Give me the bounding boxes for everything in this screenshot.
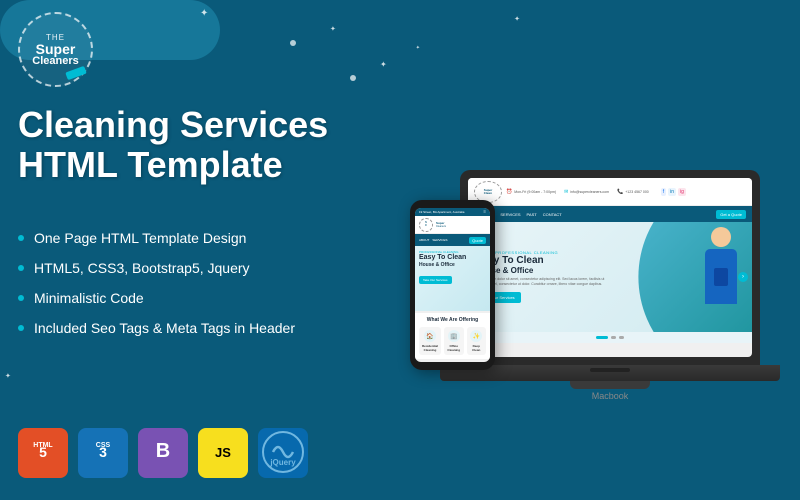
preview-cleaner-figure — [705, 227, 737, 304]
phone-card-2: 🏢 Office Cleaning — [444, 327, 464, 355]
main-title-line1: Cleaning Services — [18, 105, 388, 145]
feature-item-4: Included Seo Tags & Meta Tags in Header — [18, 320, 378, 336]
features-list: One Page HTML Template Design HTML5, CSS… — [18, 230, 378, 350]
sparkle-2: ✦ — [330, 25, 336, 33]
preview-hero-image — [610, 222, 752, 332]
bootstrap-badge-label: B — [149, 437, 177, 470]
svg-text:B: B — [156, 440, 170, 462]
phone-nav-cta: Quote — [469, 237, 486, 244]
logo-brush-icon — [65, 66, 87, 80]
sparkle-3: ✦ — [380, 60, 387, 69]
phone-hero-cta: Take Our Services — [419, 276, 452, 284]
preview-social-icons: f in ig — [661, 188, 686, 196]
macbook-label: Macbook — [440, 391, 780, 401]
logo-circle: THE Super Cleaners — [18, 12, 93, 87]
svg-text:jQuery: jQuery — [269, 458, 296, 467]
phone-card-text-1: Residential Cleaning — [422, 344, 438, 352]
phone-nav: ABOUT SERVICES Quote — [415, 234, 490, 246]
sparkle-4: ✦ — [514, 15, 520, 23]
html5-badge: 5 HTML — [18, 428, 68, 478]
preview-site-header: SuperClean ⏰ Mon-Fri (9:00am - 7:00pm) ✉… — [468, 178, 752, 206]
tech-badges: 5 HTML 3 CSS B JS — [18, 428, 308, 478]
main-content: Cleaning Services HTML Template — [18, 105, 388, 184]
phone-hero-subtitle: House & Office — [419, 262, 486, 268]
preview-hero-arrow-right: › — [738, 272, 748, 282]
css3-badge-label: 3 CSS — [89, 437, 117, 470]
svg-text:HTML: HTML — [33, 442, 53, 449]
dot-2 — [350, 75, 356, 81]
dot-1 — [290, 40, 296, 46]
html5-badge-label: 5 HTML — [29, 437, 57, 470]
js-badge-label: JS — [209, 437, 237, 470]
phone-mockup: 19 Street, BA Apartment, Australia ☰ SC … — [410, 200, 495, 370]
phone-nav-about: ABOUT — [419, 238, 429, 242]
preview-email: ✉ info@supercleaners.com — [564, 189, 609, 195]
phone-card-icon-1: 🏠 — [424, 330, 436, 342]
feature-item-1: One Page HTML Template Design — [18, 230, 378, 246]
phone-card-text-2: Office Cleaning — [447, 344, 461, 352]
preview-nav-services: SERVICES — [500, 212, 520, 217]
logo-brand-line2: Cleaners — [32, 56, 78, 67]
preview-hero-subtitle: House & Office — [476, 266, 616, 275]
feature-item-2: HTML5, CSS3, Bootstrap5, Jquery — [18, 260, 378, 276]
feature-label-1: One Page HTML Template Design — [34, 230, 246, 246]
logo-area: THE Super Cleaners — [18, 12, 93, 87]
phone-services-section: What We Are Offering 🏠 Residential Clean… — [415, 313, 490, 359]
preview-site-nav: ABOUT US SERVICES PAST CONTACT Get a Quo… — [468, 206, 752, 222]
laptop-stand — [570, 381, 650, 389]
preview-nav-cta: Get a Quote — [716, 210, 746, 219]
preview-contact-info: ⏰ Mon-Fri (9:00am - 7:00pm) ✉ info@super… — [506, 188, 746, 196]
feature-label-4: Included Seo Tags & Meta Tags in Header — [34, 320, 295, 336]
preview-nav-past: PAST — [527, 212, 537, 217]
preview-hours: ⏰ Mon-Fri (9:00am - 7:00pm) — [506, 189, 556, 195]
bootstrap-badge: B — [138, 428, 188, 478]
laptop-screen-inner: SuperClean ⏰ Mon-Fri (9:00am - 7:00pm) ✉… — [468, 178, 752, 357]
phone-header-text: Super Cleaners — [433, 221, 486, 228]
preview-dots — [468, 332, 752, 343]
jquery-badge: jQuery — [258, 428, 308, 478]
preview-nav-contact: CONTACT — [543, 212, 562, 217]
svg-text:CSS: CSS — [96, 442, 111, 449]
phone-card-text-3: Deep Clean — [470, 344, 484, 352]
phone-service-cards: 🏠 Residential Cleaning 🏢 Office Cleaning… — [419, 327, 486, 355]
preview-hero: HIGHLY PROFESSIONAL CLEANING Easy To Cle… — [468, 222, 752, 332]
logo-brand-line1: Super — [36, 42, 76, 56]
sparkle-6: ✦ — [5, 372, 11, 380]
bullet-1 — [18, 235, 24, 241]
phone-hero: PROFESSIONAL CLEANING Easy To Clean Hous… — [415, 246, 490, 311]
jquery-badge-label: jQuery — [258, 427, 308, 480]
devices-container: SuperClean ⏰ Mon-Fri (9:00am - 7:00pm) ✉… — [400, 30, 780, 420]
feature-label-3: Minimalistic Code — [34, 290, 144, 306]
sparkle-1: ✦ — [200, 8, 208, 19]
bullet-4 — [18, 325, 24, 331]
phone-section-title: What We Are Offering — [419, 317, 486, 323]
preview-hero-desc: Lorem ipsum dolor sit amet, consectetur … — [476, 277, 616, 287]
bullet-2 — [18, 265, 24, 271]
js-badge: JS — [198, 428, 248, 478]
preview-phone: 📞 +123 4567 000 — [617, 189, 649, 195]
phone-card-icon-3: ✨ — [470, 330, 482, 342]
laptop-base — [440, 365, 780, 381]
phone-card-1: 🏠 Residential Cleaning — [419, 327, 441, 355]
phone-card-icon-2: 🏢 — [448, 330, 460, 342]
css3-badge: 3 CSS — [78, 428, 128, 478]
phone-nav-services: SERVICES — [432, 238, 447, 242]
phone-hero-title: Easy To Clean — [419, 254, 486, 262]
preview-hero-title: Easy To Clean — [476, 255, 616, 266]
phone-top-bar: 19 Street, BA Apartment, Australia ☰ — [415, 208, 490, 216]
svg-text:JS: JS — [215, 445, 231, 460]
phone-site-header: SC Super Cleaners — [415, 216, 490, 234]
main-title-line2: HTML Template — [18, 145, 388, 185]
feature-label-2: HTML5, CSS3, Bootstrap5, Jquery — [34, 260, 250, 276]
phone-screen: 19 Street, BA Apartment, Australia ☰ SC … — [415, 208, 490, 362]
phone-card-3: ✨ Deep Clean — [467, 327, 487, 355]
phone-logo: SC — [419, 218, 433, 232]
bullet-3 — [18, 295, 24, 301]
laptop-screen-outer: SuperClean ⏰ Mon-Fri (9:00am - 7:00pm) ✉… — [460, 170, 760, 365]
feature-item-3: Minimalistic Code — [18, 290, 378, 306]
